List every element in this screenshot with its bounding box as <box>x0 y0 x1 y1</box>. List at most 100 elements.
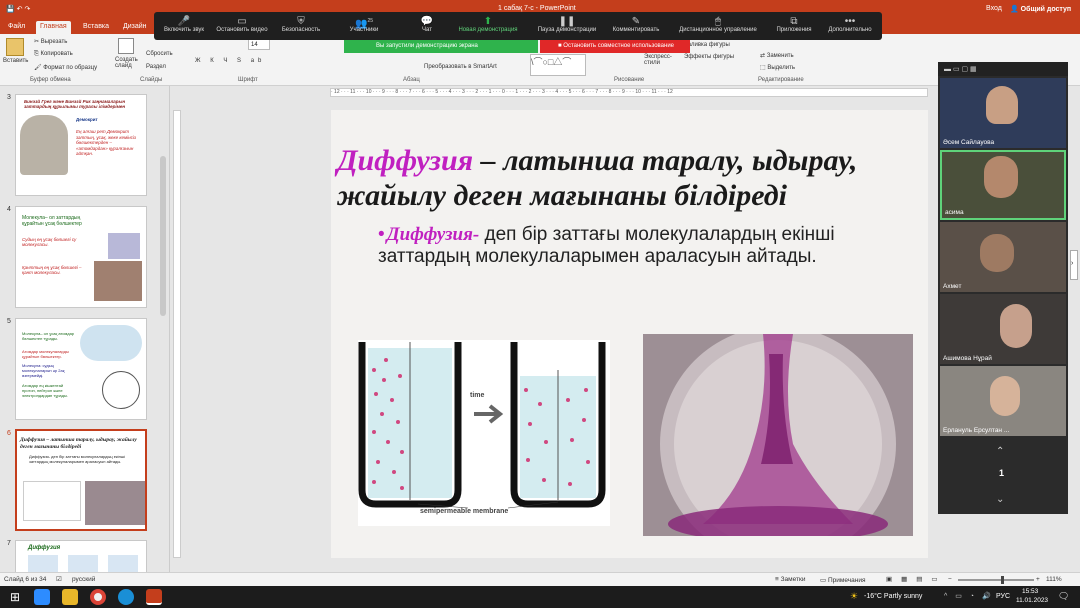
thumb-bullet: Молекула: судың молекулаларын әр 2ақ өзг… <box>22 363 65 378</box>
express-styles-button[interactable]: Экспресс-стили <box>644 54 676 66</box>
slide-bullet[interactable]: • Диффузия- деп бір заттағы молекулаларды… <box>378 224 908 268</box>
paste-button[interactable]: Вставить <box>3 58 28 64</box>
stop-sharing-button[interactable]: ■ Остановить совместное использование <box>540 40 690 53</box>
zoom-out-icon[interactable]: − <box>948 576 952 583</box>
chevron-up-icon[interactable]: ⌃ <box>996 446 1004 457</box>
remote-control-button[interactable]: 🖱 Дистанционное управление <box>672 16 764 33</box>
participant-tile[interactable]: Әсем Сайлауова <box>940 78 1066 148</box>
font-size-select[interactable]: 14 <box>248 39 270 50</box>
zoom-slider[interactable] <box>958 579 1034 581</box>
view-buttons[interactable]: ▣▦▤▭ <box>886 575 947 583</box>
edge-icon[interactable] <box>118 589 134 605</box>
copy-label: Копировать <box>40 51 73 57</box>
chat-icon: 💬 <box>420 16 434 27</box>
powerpoint-icon[interactable] <box>146 589 162 605</box>
slide-thumbnail-7[interactable]: Диффузия <box>15 540 147 574</box>
slide-thumbnails-panel[interactable]: 3 Бинэзй Грег және Бинэзй Рик заңнамалар… <box>0 86 170 574</box>
new-share-button[interactable]: ⬆ Новая демонстрация <box>454 16 522 33</box>
zoom-in-icon[interactable]: + <box>1036 576 1040 583</box>
language-indicator[interactable]: русский <box>72 576 95 583</box>
signin-link[interactable]: Вход <box>986 5 1002 12</box>
replace-button[interactable]: ⇄ Заменить <box>760 52 794 59</box>
participant-tile[interactable]: Ашимова Нұрай <box>940 294 1066 364</box>
collapse-video-panel-button[interactable]: › <box>1070 250 1078 280</box>
file-explorer-icon[interactable] <box>62 589 78 605</box>
zoom-meeting-toolbar: 🎤 Включить звук ▭ Остановить видео ⛨ Безопа… <box>154 12 882 40</box>
convert-smartart-button[interactable]: Преобразовать в SmartArt <box>424 64 497 70</box>
weather-text[interactable]: -16°C Partly sunny <box>864 593 922 600</box>
font-format-icons[interactable]: Ж К Ч S ab <box>195 58 265 64</box>
new-share-label: Новая демонстрация <box>458 27 518 33</box>
zoom-slider-thumb[interactable] <box>1001 576 1004 584</box>
group-font: Шрифт <box>238 77 258 83</box>
sharing-notice: Вы запустили демонстрацию экрана <box>344 40 538 53</box>
clock-date[interactable]: 11.01.2023 <box>1016 597 1048 604</box>
title-term: Диффузия <box>337 144 474 177</box>
shapes-gallery[interactable]: \⌒○□△⌒ <box>530 54 586 76</box>
slide-thumbnail-3[interactable]: Бинэзй Грег және Бинэзй Рик заңнамаларын… <box>15 94 147 196</box>
pause-share-button[interactable]: ❚❚ Пауза демонстрации <box>532 16 602 33</box>
clock-time[interactable]: 15:53 <box>1022 588 1038 595</box>
chrome-icon[interactable] <box>90 589 106 605</box>
participants-button[interactable]: 👥25 Участники <box>340 16 388 33</box>
security-button[interactable]: ⛨ Безопасность <box>276 16 326 33</box>
select-button[interactable]: ⬚ Выделить <box>760 64 795 71</box>
paste-icon[interactable] <box>6 38 24 56</box>
thumb-bullet: Атомдар ең кішкентай протон, нейтрон жән… <box>22 383 68 398</box>
thumb-title: Диффузия <box>28 545 61 551</box>
slide-thumbnail-6-selected[interactable]: Диффузия – латынша таралу, ыдырау, жайыл… <box>15 429 147 531</box>
thumbnail-scrollbar[interactable] <box>160 156 166 316</box>
share-label: Общий доступ <box>1020 6 1072 13</box>
tab-home[interactable]: Главная <box>36 21 71 34</box>
molecule-image <box>108 233 140 259</box>
zoom-level[interactable]: 111% <box>1046 576 1062 583</box>
apps-button[interactable]: ⧉ Приложения <box>770 16 818 33</box>
cut-button[interactable]: ✂ Вырезать <box>34 38 67 45</box>
diffusion-membrane-diagram[interactable]: time semipermeable membrane <box>358 340 610 526</box>
notes-button[interactable]: ≡ Заметки <box>775 576 805 583</box>
participant-tile[interactable]: Ерлануль Ерсултан ... <box>940 366 1066 436</box>
democritus-bust-image <box>20 115 68 175</box>
shape-fill-button[interactable]: Заливка фигуры <box>684 42 730 48</box>
participant-tile[interactable]: Ахмет <box>940 222 1066 292</box>
tab-file[interactable]: Файл <box>4 21 29 34</box>
accessibility-icon[interactable]: ☑ <box>56 575 62 583</box>
mute-button[interactable]: 🎤 Включить звук <box>158 16 210 33</box>
thumb-text: Ең алғаш рет Демокрит заттың, ұсақ, жеке… <box>76 129 136 156</box>
more-button[interactable]: ••• Дополнительно <box>822 16 878 33</box>
diffusion-flask-photo[interactable] <box>643 334 913 536</box>
format-painter-button[interactable]: 🖌 Формат по образцу <box>34 64 97 71</box>
slide-title[interactable]: Диффузия – латынша таралу, ыдырау, жайыл… <box>337 143 922 213</box>
mute-label: Включить звук <box>163 27 204 33</box>
stop-video-button[interactable]: ▭ Остановить видео <box>212 16 272 33</box>
sugar-molecule-image <box>94 261 142 301</box>
group-paragraph: Абзац <box>403 77 420 83</box>
tab-insert[interactable]: Вставка <box>79 21 113 34</box>
slide-thumbnail-5[interactable]: Молекула– ол ұсақ атомдар бөлшектен тұра… <box>15 318 147 420</box>
zoom-app-icon[interactable] <box>34 589 50 605</box>
chevron-down-icon[interactable]: ⌄ <box>996 494 1004 505</box>
input-language[interactable]: РУС <box>996 593 1010 600</box>
new-slide-icon[interactable] <box>118 38 134 54</box>
shape-effects-button[interactable]: Эффекты фигуры <box>684 54 734 60</box>
new-slide-button[interactable]: Создать слайд <box>115 57 141 69</box>
zoom-video-panel: ▬ ▭ ▢ ▦ Әсем Сайлауова асима Ахмет Ашимо… <box>938 62 1068 514</box>
reset-button[interactable]: Сбросить <box>146 51 173 57</box>
share-button[interactable]: 👤 Общий доступ <box>1010 5 1071 13</box>
tab-design[interactable]: Дизайн <box>119 21 151 34</box>
comments-button[interactable]: ▭ Примечания <box>820 576 865 584</box>
chat-button[interactable]: 💬 Чат <box>412 16 442 33</box>
copy-button[interactable]: ⎘ Копировать <box>34 51 73 58</box>
autosave-icon[interactable]: 💾 ↶ ↷ <box>6 5 30 13</box>
section-button[interactable]: Раздел <box>146 64 166 70</box>
tray-icons[interactable]: ^ ▭ ◔ 🔊 <box>944 592 994 600</box>
thumb-title: Молекула– ол заттардың құрайтын ұсақ бөл… <box>22 215 82 227</box>
beaker-image <box>108 555 138 573</box>
notification-icon[interactable]: 🗨 <box>1058 591 1069 602</box>
participant-tile-active[interactable]: асима <box>940 150 1066 220</box>
windows-start-icon[interactable]: ⊞ <box>10 590 20 604</box>
stop-sharing-label: Остановить совместное использование <box>563 43 675 49</box>
annotate-button[interactable]: ✎ Комментировать <box>608 16 664 33</box>
slide-thumbnail-4[interactable]: Молекула– ол заттардың құрайтын ұсақ бөл… <box>15 206 147 308</box>
thumb-bullet: Атомдар молекулаларды құрайтын бөлшектер… <box>22 349 69 359</box>
